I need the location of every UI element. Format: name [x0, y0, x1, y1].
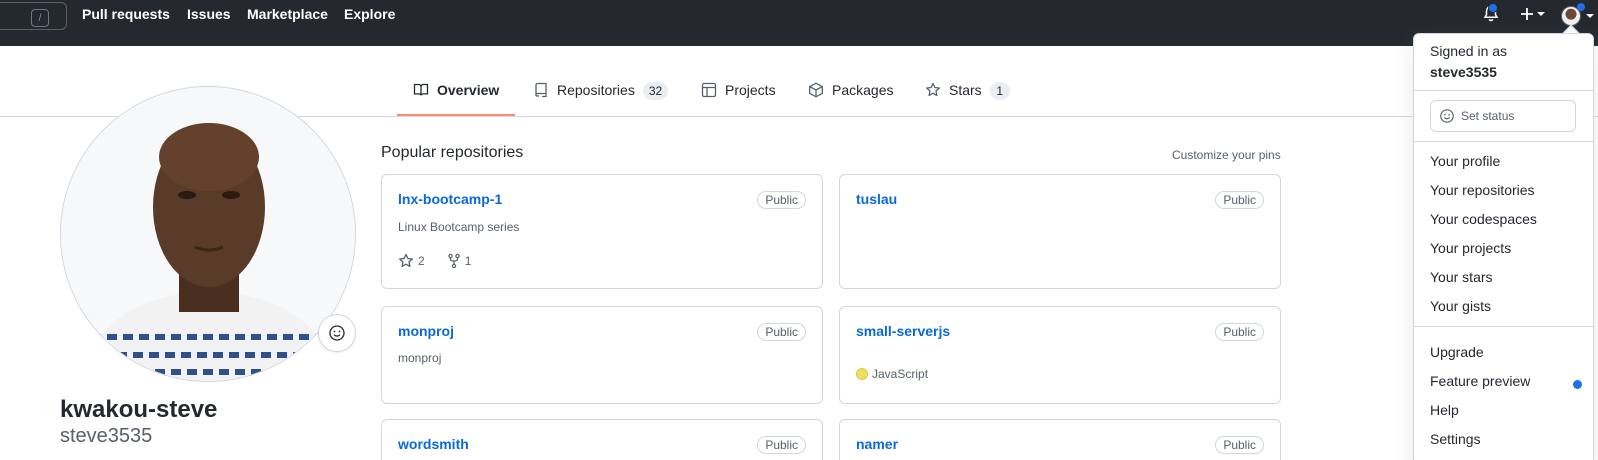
stars-count: 1 [989, 82, 1010, 100]
popular-repositories-heading: Popular repositories [381, 144, 524, 161]
menu-divider [1414, 90, 1593, 91]
repo-card: tuslau Public [839, 174, 1281, 289]
feature-preview-indicator [1573, 380, 1582, 389]
visibility-badge: Public [757, 191, 806, 209]
profile-username: steve3535 [60, 425, 153, 447]
signed-in-username: steve3535 [1430, 64, 1497, 80]
repo-card: lnx-bootcamp-1 Public Linux Bootcamp ser… [381, 174, 823, 289]
menu-settings[interactable]: Settings [1430, 431, 1481, 447]
repo-meta: JavaScript [856, 367, 928, 381]
repo-link[interactable]: wordsmith [398, 436, 469, 452]
repo-description: monproj [398, 351, 442, 365]
tab-packages-label: Packages [832, 82, 894, 98]
signed-in-label: Signed in as [1430, 43, 1508, 59]
book-icon [413, 83, 429, 96]
chevron-down-icon [1537, 12, 1545, 16]
tab-stars[interactable]: Stars 1 [925, 82, 1010, 116]
tab-projects[interactable]: Projects [701, 82, 776, 116]
fork-icon [447, 253, 460, 269]
search-input[interactable]: / [0, 2, 67, 30]
smiley-icon [1440, 109, 1454, 123]
repo-card: monproj Public monproj [381, 306, 823, 404]
repositories-count: 32 [642, 82, 669, 100]
customize-pins-link[interactable]: Customize your pins [1172, 148, 1281, 162]
nav-pull-requests[interactable]: Pull requests [82, 6, 170, 22]
visibility-badge: Public [757, 323, 806, 341]
repo-link[interactable]: lnx-bootcamp-1 [398, 191, 502, 207]
notification-indicator [1488, 3, 1498, 13]
tab-stars-label: Stars [949, 82, 982, 98]
repo-language: JavaScript [872, 367, 929, 381]
profile-full-name: kwakou-steve [60, 396, 218, 423]
repo-card: namer Public [839, 419, 1281, 460]
repo-link[interactable]: small-serverjs [856, 323, 950, 339]
menu-your-stars[interactable]: Your stars [1430, 269, 1493, 285]
repo-card: small-serverjs Public JavaScript [839, 306, 1281, 404]
repo-card: wordsmith Public [381, 419, 823, 460]
star-icon [926, 82, 940, 97]
menu-your-gists[interactable]: Your gists [1430, 298, 1491, 314]
repo-link[interactable]: monproj [398, 323, 454, 339]
smiley-icon [329, 325, 345, 341]
star-count[interactable]: 2 [418, 254, 425, 268]
repo-meta: 2 1 [398, 253, 471, 269]
star-icon [399, 253, 413, 268]
tab-overview[interactable]: Overview [413, 82, 499, 116]
avatar-indicator [1577, 3, 1585, 11]
tab-repositories[interactable]: Repositories 32 [533, 82, 669, 116]
menu-your-projects[interactable]: Your projects [1430, 240, 1511, 256]
nav-issues[interactable]: Issues [187, 6, 231, 22]
language-color-dot [856, 368, 868, 380]
tab-repositories-label: Repositories [557, 82, 635, 98]
visibility-badge: Public [1215, 323, 1264, 341]
profile-avatar[interactable] [60, 86, 356, 382]
package-icon [809, 82, 823, 98]
menu-your-repositories[interactable]: Your repositories [1430, 182, 1535, 198]
set-status-menu-button[interactable]: Set status [1430, 100, 1576, 132]
menu-divider [1414, 326, 1593, 327]
top-header: / Pull requests Issues Marketplace Explo… [0, 0, 1598, 46]
nav-explore[interactable]: Explore [344, 6, 395, 22]
chevron-down-icon [1583, 14, 1594, 18]
set-status-button[interactable] [318, 314, 356, 352]
plus-icon [1521, 8, 1533, 20]
visibility-badge: Public [1215, 191, 1264, 209]
visibility-badge: Public [757, 436, 806, 454]
fork-count[interactable]: 1 [465, 254, 472, 268]
create-new-button[interactable] [1520, 7, 1545, 21]
user-menu-dropdown: Signed in as steve3535 Set status Your p… [1413, 33, 1594, 460]
repo-link[interactable]: tuslau [856, 191, 897, 207]
nav-marketplace[interactable]: Marketplace [247, 6, 328, 22]
menu-upgrade[interactable]: Upgrade [1430, 344, 1484, 360]
repo-link[interactable]: namer [856, 436, 898, 452]
repo-description: Linux Bootcamp series [398, 220, 520, 234]
set-status-label: Set status [1461, 109, 1515, 123]
tab-projects-label: Projects [725, 82, 776, 98]
menu-your-codespaces[interactable]: Your codespaces [1430, 211, 1537, 227]
visibility-badge: Public [1215, 436, 1264, 454]
repo-icon [535, 82, 547, 98]
tab-packages[interactable]: Packages [808, 82, 893, 116]
table-icon [701, 82, 717, 98]
search-shortcut-key: / [31, 9, 49, 27]
menu-help[interactable]: Help [1430, 402, 1459, 418]
menu-your-profile[interactable]: Your profile [1430, 153, 1500, 169]
menu-feature-preview[interactable]: Feature preview [1430, 373, 1530, 389]
menu-divider [1414, 141, 1593, 142]
tab-overview-label: Overview [437, 82, 500, 98]
